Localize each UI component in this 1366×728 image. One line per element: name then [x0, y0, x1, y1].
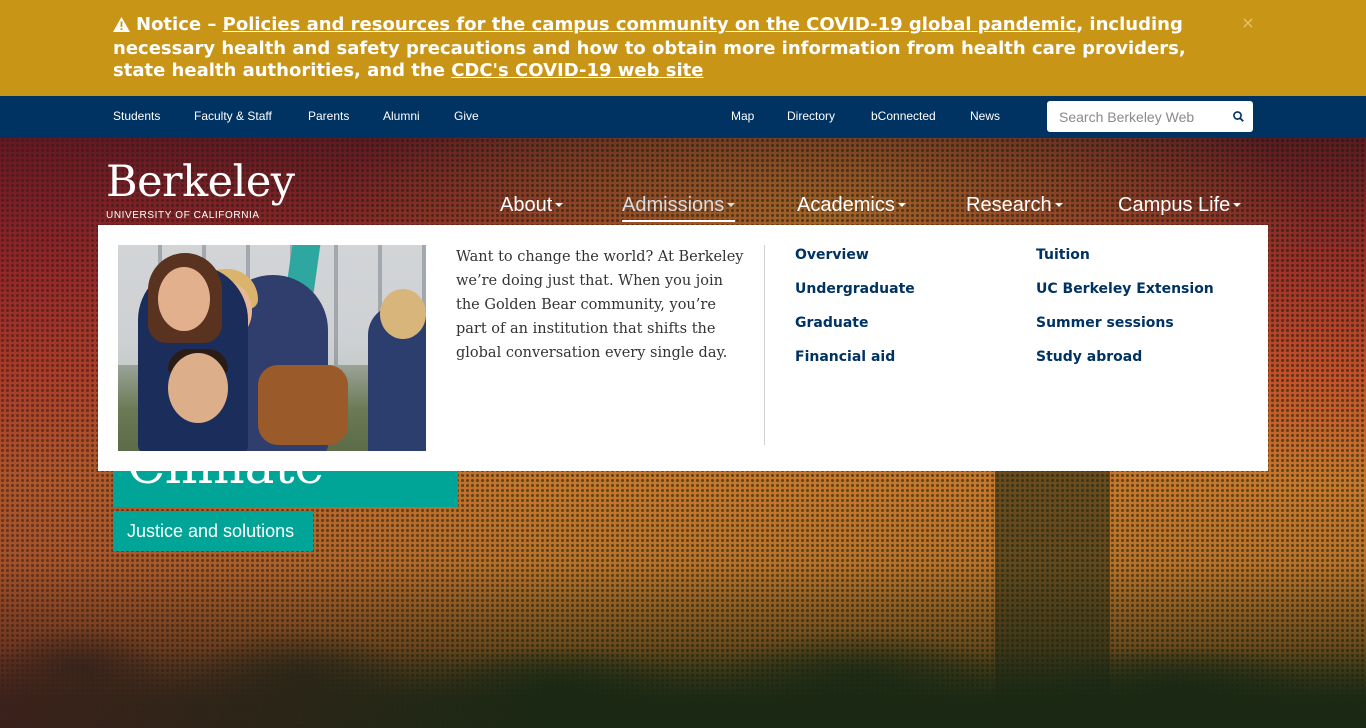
caret-down-icon	[727, 203, 736, 207]
dropdown-divider	[764, 245, 765, 445]
utility-link-news[interactable]: News	[970, 109, 1000, 123]
main-nav-academics[interactable]: Academics	[797, 193, 906, 217]
main-nav-academics-label: Academics	[797, 194, 895, 216]
caret-down-icon	[897, 203, 906, 207]
cdc-covid-link[interactable]: CDC's COVID-19 web site	[451, 60, 703, 81]
utility-link-students[interactable]: Students	[113, 109, 160, 123]
close-icon[interactable]: ×	[1240, 14, 1256, 32]
caret-down-icon	[1054, 203, 1063, 207]
admissions-link-overview[interactable]: Overview	[795, 246, 869, 264]
admissions-link-undergraduate[interactable]: Undergraduate	[795, 280, 915, 298]
utility-link-faculty-staff[interactable]: Faculty & Staff	[194, 109, 272, 123]
admissions-link-graduate[interactable]: Graduate	[795, 314, 868, 332]
utility-link-map[interactable]: Map	[731, 109, 754, 123]
admissions-link-extension[interactable]: UC Berkeley Extension	[1036, 280, 1214, 298]
utility-link-bconnected[interactable]: bConnected	[871, 109, 936, 123]
hero-subhead[interactable]: Justice and solutions	[113, 511, 313, 551]
campanile-silhouette	[995, 468, 1110, 728]
search-box	[1047, 101, 1253, 132]
utility-link-give[interactable]: Give	[454, 109, 479, 123]
main-nav-admissions[interactable]: Admissions	[622, 193, 736, 222]
notice-text: Notice – Policies and resources for the …	[113, 14, 1216, 82]
main-nav-admissions-label: Admissions	[622, 194, 725, 216]
main-nav-about[interactable]: About	[500, 193, 564, 217]
utility-link-alumni[interactable]: Alumni	[383, 109, 420, 123]
tree-silhouette	[0, 608, 1366, 728]
covid-policies-link[interactable]: Policies and resources for the campus co…	[223, 14, 1077, 35]
admissions-link-study-abroad[interactable]: Study abroad	[1036, 348, 1142, 366]
main-nav-research[interactable]: Research	[966, 193, 1063, 217]
admissions-blurb: Want to change the world? At Berkeley we…	[456, 249, 744, 361]
search-input[interactable]	[1047, 101, 1225, 132]
admissions-dropdown: Want to change the world? At Berkeley we…	[98, 225, 1268, 471]
main-nav-campus-life-label: Campus Life	[1118, 194, 1231, 216]
notice-prefix: Notice –	[136, 14, 217, 35]
caret-down-icon	[1233, 203, 1242, 207]
logo-wordmark: Berkeley	[106, 157, 295, 207]
utility-nav: Students Faculty & Staff Parents Alumni …	[0, 96, 1366, 138]
warning-icon	[113, 16, 130, 38]
logo-subtitle: UNIVERSITY OF CALIFORNIA	[106, 210, 260, 221]
students-photo	[118, 245, 426, 451]
admissions-link-tuition[interactable]: Tuition	[1036, 246, 1090, 264]
covid-notice-banner: Notice – Policies and resources for the …	[0, 0, 1366, 96]
main-nav-research-label: Research	[966, 194, 1052, 216]
main-nav-about-label: About	[500, 194, 553, 216]
admissions-link-summer-sessions[interactable]: Summer sessions	[1036, 314, 1174, 332]
caret-down-icon	[555, 203, 564, 207]
search-icon[interactable]	[1225, 101, 1253, 132]
main-nav-campus-life[interactable]: Campus Life	[1118, 193, 1242, 217]
utility-link-directory[interactable]: Directory	[787, 109, 835, 123]
admissions-link-financial-aid[interactable]: Financial aid	[795, 348, 895, 366]
utility-link-parents[interactable]: Parents	[308, 109, 349, 123]
berkeley-logo[interactable]: Berkeley UNIVERSITY OF CALIFORNIA	[106, 158, 295, 222]
